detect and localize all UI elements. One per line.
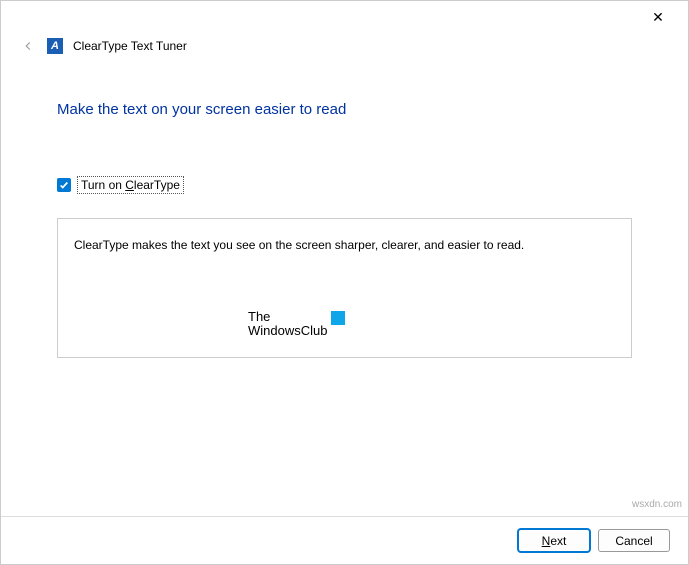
watermark: The WindowsClub [248, 310, 345, 340]
app-icon: A [47, 38, 63, 54]
description-box: ClearType makes the text you see on the … [57, 218, 632, 358]
header-row: ← A ClearType Text Tuner [19, 37, 187, 55]
close-button[interactable]: ✕ [638, 3, 678, 31]
cleartype-checkbox-label[interactable]: Turn on ClearType [77, 176, 184, 194]
cancel-button[interactable]: Cancel [598, 529, 670, 552]
footer: Next Cancel [1, 516, 688, 564]
back-button[interactable]: ← [19, 37, 37, 55]
back-arrow-icon [21, 39, 35, 53]
dialog-window: ✕ ← A ClearType Text Tuner Make the text… [0, 0, 689, 565]
close-icon: ✕ [652, 9, 664, 26]
description-text: ClearType makes the text you see on the … [74, 237, 615, 254]
page-heading: Make the text on your screen easier to r… [57, 101, 632, 118]
site-credit: wsxdn.com [632, 499, 682, 510]
watermark-icon [331, 311, 345, 325]
checkmark-icon [59, 180, 69, 190]
content-area: Make the text on your screen easier to r… [57, 101, 632, 358]
titlebar: ✕ [1, 1, 688, 33]
checkbox-row: Turn on ClearType [57, 176, 632, 194]
watermark-text: The WindowsClub [248, 310, 327, 340]
cleartype-checkbox[interactable] [57, 178, 71, 192]
next-button[interactable]: Next [518, 529, 590, 552]
app-title: ClearType Text Tuner [73, 39, 187, 53]
